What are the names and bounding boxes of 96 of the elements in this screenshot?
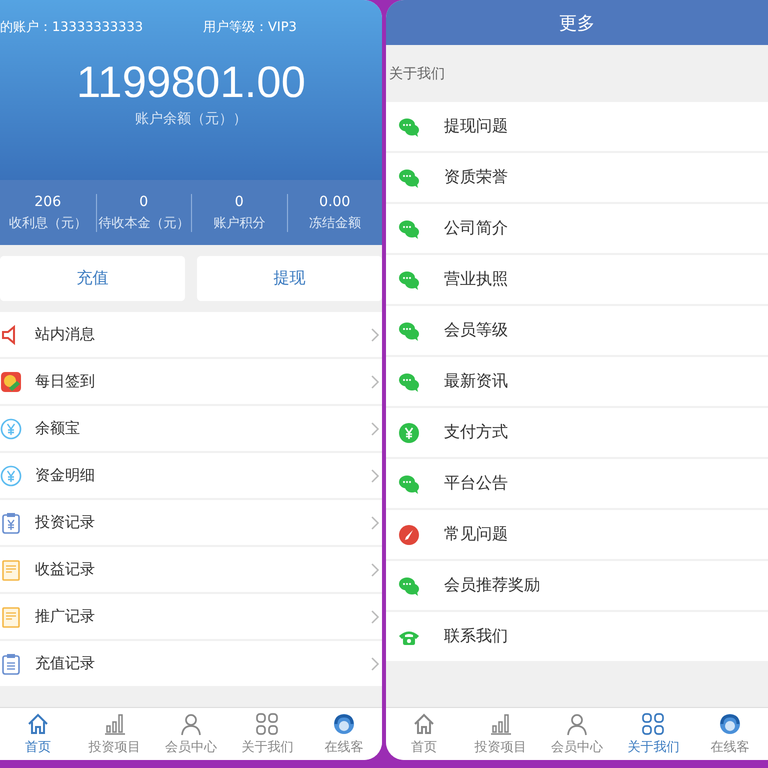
chevron-icon — [370, 562, 380, 578]
menu-label: 平台公告 — [444, 473, 508, 494]
home-icon — [26, 712, 50, 736]
menu-label: 公司简介 — [444, 218, 508, 239]
menu-label: 最新资讯 — [444, 371, 508, 392]
grid-icon — [255, 712, 280, 736]
chat-bubbles-icon — [398, 116, 420, 138]
chat-bubbles-icon — [398, 166, 420, 188]
menu-row[interactable]: 平台公告 — [386, 459, 768, 508]
chat-bubbles-icon — [398, 574, 420, 596]
stat-value: 0 — [139, 194, 148, 210]
tab-bar-item[interactable]: 会员中心 — [538, 708, 616, 760]
menu-row[interactable]: 营业执照 — [386, 255, 768, 304]
clipboard-icon — [0, 652, 22, 674]
tab-bar-item[interactable]: 关于我们 — [229, 708, 306, 760]
menu-row[interactable]: 收益记录 — [0, 547, 382, 592]
menu-row[interactable]: 资质荣誉 — [386, 153, 768, 202]
screen-title: 更多 — [386, 0, 768, 45]
menu-label: 资金明细 — [35, 466, 96, 485]
balance-caption: 账户余额（元）） — [134, 110, 248, 128]
section-heading: 关于我们 — [388, 64, 446, 84]
tab-bar-item[interactable]: 会员中心 — [152, 708, 230, 760]
chevron-icon — [370, 608, 380, 624]
menu-label: 站内消息 — [35, 325, 96, 344]
menu-label: 联系我们 — [444, 626, 508, 647]
tab-bar-item[interactable]: 在线客 — [692, 708, 768, 760]
chevron-icon — [370, 468, 380, 484]
menu-row[interactable]: 会员等级 — [386, 306, 768, 355]
note-icon — [0, 606, 22, 628]
menu-row[interactable]: 推广记录 — [0, 594, 382, 639]
chat-bubbles-icon — [398, 218, 420, 240]
menu-label: 会员等级 — [444, 320, 508, 341]
chevron-icon — [370, 326, 380, 342]
tab-bar-item[interactable]: 投资项目 — [462, 708, 539, 760]
stat-value: 0 — [234, 194, 244, 210]
menu-label: 余额宝 — [35, 419, 81, 438]
menu-row[interactable]: 最新资讯 — [386, 357, 768, 406]
balance-amount: 1199801.00 — [75, 58, 307, 108]
stat-value: 0.00 — [319, 194, 350, 210]
stat-label: 冻结金额 — [308, 214, 361, 232]
menu-row[interactable]: 充值记录 — [0, 641, 382, 686]
menu-label: 每日签到 — [35, 372, 96, 391]
grid-icon — [641, 712, 666, 736]
chat-bubbles-icon — [398, 320, 420, 342]
menu-label: 常见问题 — [444, 524, 508, 545]
compass-icon — [398, 524, 420, 546]
menu-label: 营业执照 — [444, 269, 508, 290]
menu-label: 会员推荐奖励 — [444, 575, 540, 596]
yen-icon — [0, 464, 22, 486]
menu-label: 提现问题 — [444, 116, 508, 137]
yen-icon — [0, 418, 22, 440]
menu-row[interactable]: 常见问题 — [386, 510, 768, 559]
user-level: 用户等级：VIP3 — [202, 19, 297, 37]
stat-label: 待收本金（元） — [98, 214, 190, 232]
menu-row[interactable]: 余额宝 — [0, 406, 382, 451]
yen-icon — [398, 422, 420, 444]
menu-row[interactable]: 投资记录 — [0, 500, 382, 545]
chat-bubbles-icon — [398, 472, 420, 494]
home-icon — [412, 712, 436, 736]
chat-bubbles-icon — [398, 370, 420, 392]
menu-label: 资质荣誉 — [444, 167, 508, 188]
tab-bar-item[interactable]: 首页 — [0, 708, 76, 760]
menu-row[interactable]: 公司简介 — [386, 204, 768, 253]
bar-chart-icon — [102, 712, 127, 736]
menu-row[interactable]: 站内消息 — [0, 312, 382, 357]
chat-bubbles-icon — [398, 268, 420, 290]
tab-bar-item[interactable]: 首页 — [386, 708, 462, 760]
person-icon — [565, 712, 590, 736]
menu-label: 充值记录 — [35, 654, 96, 673]
menu-row[interactable]: 资金明细 — [0, 453, 382, 498]
tab-bar-item[interactable]: 关于我们 — [615, 708, 692, 760]
stat-label: 收利息（元） — [8, 214, 87, 232]
stat-value: 206 — [34, 194, 62, 210]
menu-label: 投资记录 — [35, 513, 96, 532]
chevron-icon — [370, 420, 380, 436]
chevron-icon — [370, 374, 380, 390]
action-button[interactable]: 提现 — [197, 256, 382, 301]
chevron-icon — [370, 514, 380, 530]
action-button[interactable]: 充值 — [0, 256, 185, 301]
chevron-icon — [370, 656, 380, 672]
bar-chart-icon — [488, 712, 513, 736]
note-icon — [0, 558, 22, 580]
account-number: 的账户：13333333333 — [0, 19, 143, 37]
menu-label: 推广记录 — [35, 607, 96, 626]
menu-row[interactable]: 每日签到 — [0, 359, 382, 404]
stat-label: 账户积分 — [213, 214, 266, 232]
menu-label: 支付方式 — [444, 422, 508, 443]
menu-row[interactable]: 联系我们 — [386, 612, 768, 661]
menu-row[interactable]: 提现问题 — [386, 102, 768, 151]
clipboard-yen-icon — [0, 512, 22, 534]
tab-bar-item[interactable]: 在线客 — [306, 708, 382, 760]
menu-label: 收益记录 — [35, 560, 96, 579]
menu-row[interactable]: 支付方式 — [386, 408, 768, 457]
person-icon — [179, 712, 204, 736]
tab-bar-item[interactable]: 投资项目 — [76, 708, 153, 760]
menu-row[interactable]: 会员推荐奖励 — [386, 561, 768, 610]
